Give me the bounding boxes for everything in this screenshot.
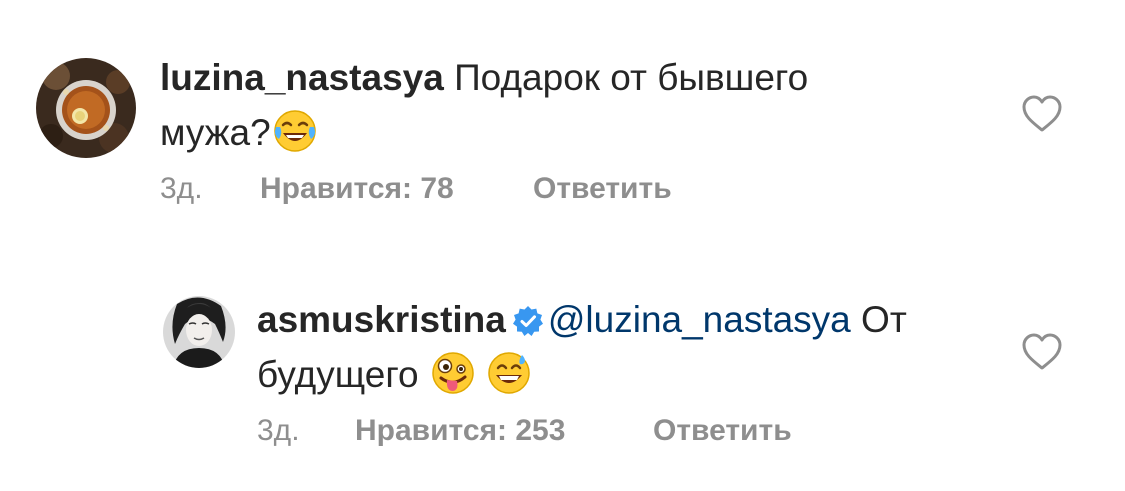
comment-time: 3д. (160, 172, 203, 205)
face-with-tears-of-joy-icon (273, 109, 317, 153)
mention-link[interactable]: @luzina_nastasya (548, 299, 851, 340)
reply-button[interactable]: Ответить (653, 414, 792, 448)
heart-icon (1022, 95, 1062, 132)
comment-text-line1: Подарок от бывшего (443, 57, 809, 98)
tea-cup-avatar-icon (36, 58, 136, 158)
comment-time: 3д. (257, 414, 300, 447)
verified-badge-icon (512, 305, 544, 337)
zany-face-icon (431, 351, 475, 395)
comment-text-line1: От (850, 299, 907, 340)
comment-username[interactable]: luzina_nastasya (160, 57, 444, 98)
comment-likes[interactable]: Нравится: 253 (355, 414, 565, 448)
like-button[interactable] (1020, 94, 1064, 134)
user-avatar[interactable] (36, 58, 136, 158)
comment-text-line2: мужа? (160, 112, 271, 153)
comment-username[interactable]: asmuskristina (257, 299, 506, 340)
grinning-face-with-sweat-icon (487, 351, 531, 395)
comment-text: asmuskristina @luzina_nastasya От будуще… (257, 292, 907, 402)
heart-icon (1022, 333, 1062, 370)
comment-likes[interactable]: Нравится: 78 (260, 172, 454, 206)
comment-text-line2: будущего (257, 354, 419, 395)
user-avatar[interactable] (163, 296, 235, 368)
reply-button[interactable]: Ответить (533, 172, 672, 206)
like-button[interactable] (1020, 332, 1064, 372)
woman-portrait-avatar-icon (163, 296, 235, 368)
comment-text: luzina_nastasya Подарок от бывшего мужа? (160, 50, 808, 160)
